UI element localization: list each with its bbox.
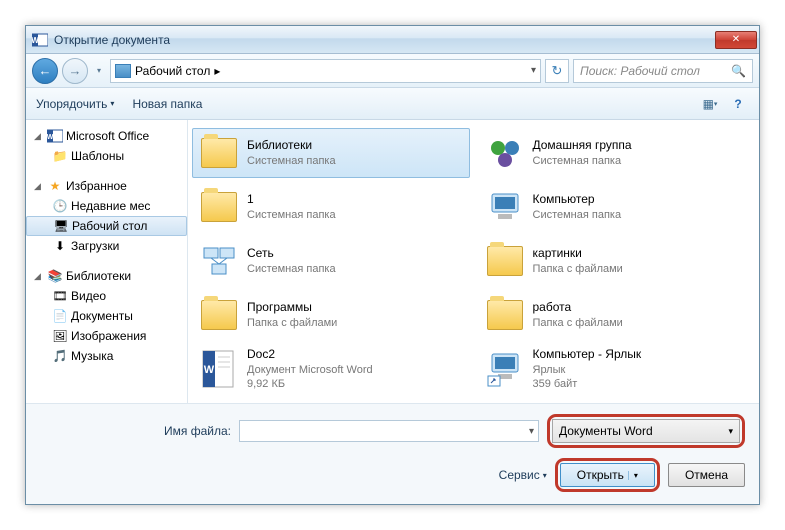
new-folder-button[interactable]: Новая папка: [132, 97, 202, 111]
folder-icon: [485, 241, 525, 281]
view-options-button[interactable]: ▦ ▾: [699, 94, 721, 114]
titlebar: W Открытие документа ✕: [26, 26, 759, 54]
breadcrumb[interactable]: Рабочий стол ▸ ▾: [110, 59, 541, 83]
refresh-button[interactable]: ↻: [545, 59, 569, 83]
network-icon: [199, 241, 239, 281]
documents-icon: 📄: [52, 308, 68, 324]
toolbar: Упорядочить▾ Новая папка ▦ ▾ ?: [26, 88, 759, 120]
open-dialog: W Открытие документа ✕ ← → ▾ Рабочий сто…: [25, 25, 760, 505]
nav-history-dropdown[interactable]: ▾: [92, 61, 106, 81]
libraries-icon: 📚: [47, 268, 63, 284]
sidebar-item-pictures[interactable]: 🖼Изображения: [26, 326, 187, 346]
search-icon: 🔍: [731, 64, 746, 78]
sidebar-item-office[interactable]: ◢WMicrosoft Office: [26, 126, 187, 146]
folder-icon: [199, 295, 239, 335]
list-item[interactable]: картинкиПапка с файлами: [478, 236, 756, 286]
sidebar-item-libraries[interactable]: ◢📚Библиотеки: [26, 266, 187, 286]
tools-menu[interactable]: Сервис▾: [499, 468, 547, 482]
list-item[interactable]: ПрограммыПапка с файлами: [192, 290, 470, 340]
video-icon: 🎞: [52, 288, 68, 304]
computer-icon: [485, 187, 525, 227]
desktop-icon: 🖥: [53, 218, 69, 234]
search-input[interactable]: Поиск: Рабочий стол 🔍: [573, 59, 753, 83]
folder-icon: 📁: [52, 148, 68, 164]
footer: Имя файла: ▾ Документы Word▾ Сервис▾ Отк…: [26, 403, 759, 504]
open-button[interactable]: Открыть▾: [560, 463, 655, 487]
homegroup-icon: [485, 133, 525, 173]
sidebar-item-music[interactable]: 🎵Музыка: [26, 346, 187, 366]
back-button[interactable]: ←: [32, 58, 58, 84]
breadcrumb-location: Рабочий стол: [135, 64, 210, 78]
filename-input[interactable]: ▾: [239, 420, 539, 442]
breadcrumb-dropdown[interactable]: ▾: [531, 65, 536, 76]
desktop-icon: [115, 64, 131, 78]
list-item[interactable]: КомпьютерСистемная папка: [478, 182, 756, 232]
list-item[interactable]: Компьютер - ЯрлыкЯрлык359 байт: [478, 344, 756, 394]
window-title: Открытие документа: [54, 33, 715, 47]
sidebar-item-documents[interactable]: 📄Документы: [26, 306, 187, 326]
libraries-icon: [199, 133, 239, 173]
folder-icon: [485, 295, 525, 335]
list-item[interactable]: работаПапка с файлами: [478, 290, 756, 340]
downloads-icon: ⬇: [52, 238, 68, 254]
computer-shortcut-icon: [485, 349, 525, 389]
music-icon: 🎵: [52, 348, 68, 364]
list-item[interactable]: 1Системная папка: [192, 182, 470, 232]
pictures-icon: 🖼: [52, 328, 68, 344]
svg-text:W: W: [32, 36, 39, 45]
recent-icon: 🕒: [52, 198, 68, 214]
forward-button[interactable]: →: [62, 58, 88, 84]
list-item[interactable]: БиблиотекиСистемная папка: [192, 128, 470, 178]
sidebar-item-recent[interactable]: 🕒Недавние мес: [26, 196, 187, 216]
star-icon: ★: [47, 178, 63, 194]
list-item[interactable]: Домашняя группаСистемная папка: [478, 128, 756, 178]
file-type-filter[interactable]: Документы Word▾: [552, 419, 740, 443]
navbar: ← → ▾ Рабочий стол ▸ ▾ ↻ Поиск: Рабочий …: [26, 54, 759, 88]
word-icon: W: [47, 128, 63, 144]
sidebar-item-desktop[interactable]: 🖥Рабочий стол: [26, 216, 187, 236]
search-placeholder: Поиск: Рабочий стол: [580, 64, 700, 78]
sidebar-item-favorites[interactable]: ◢★Избранное: [26, 176, 187, 196]
list-item[interactable]: W Doc2Документ Microsoft Word9,92 КБ: [192, 344, 470, 394]
highlight-open: Открыть▾: [555, 458, 660, 492]
word-doc-icon: W: [199, 349, 239, 389]
breadcrumb-sep: ▸: [214, 64, 220, 78]
organize-menu[interactable]: Упорядочить▾: [36, 97, 114, 111]
list-item[interactable]: СетьСистемная папка: [192, 236, 470, 286]
highlight-filter: Документы Word▾: [547, 414, 745, 448]
filename-label: Имя файла:: [164, 424, 231, 438]
sidebar-item-downloads[interactable]: ⬇Загрузки: [26, 236, 187, 256]
help-button[interactable]: ?: [727, 94, 749, 114]
user-folder-icon: [199, 187, 239, 227]
close-button[interactable]: ✕: [715, 31, 757, 49]
dialog-body: ◢WMicrosoft Office 📁Шаблоны ◢★Избранное …: [26, 120, 759, 403]
svg-text:W: W: [204, 364, 215, 376]
sidebar-item-templates[interactable]: 📁Шаблоны: [26, 146, 187, 166]
word-icon: W: [32, 32, 48, 48]
cancel-button[interactable]: Отмена: [668, 463, 745, 487]
sidebar-item-video[interactable]: 🎞Видео: [26, 286, 187, 306]
sidebar: ◢WMicrosoft Office 📁Шаблоны ◢★Избранное …: [26, 120, 188, 403]
file-list: БиблиотекиСистемная папка Домашняя групп…: [188, 120, 759, 403]
svg-text:W: W: [47, 134, 54, 141]
